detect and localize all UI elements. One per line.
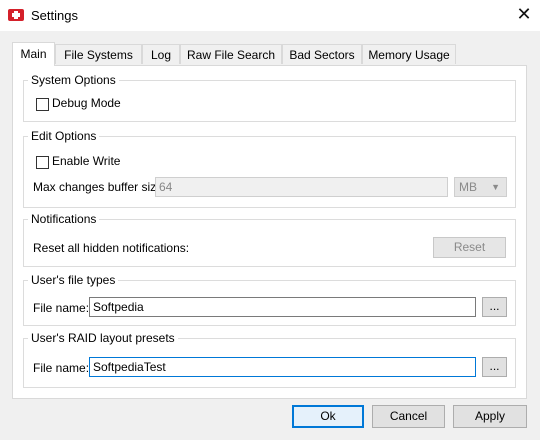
reset-notifications-label: Reset all hidden notifications: (33, 241, 190, 255)
main-tab-panel: System Options Debug Mode Edit Options E… (12, 65, 527, 399)
enable-write-label: Enable Write (52, 154, 121, 168)
app-icon (8, 9, 24, 21)
file-types-group: User's file types File name: Softpedia .… (23, 273, 516, 326)
raid-presets-browse-button[interactable]: ... (482, 357, 507, 377)
enable-write-checkbox[interactable] (36, 156, 49, 169)
raid-presets-filename-input[interactable]: SoftpediaTest (89, 357, 476, 377)
system-options-title: System Options (28, 73, 119, 87)
raid-presets-group: User's RAID layout presets File name: So… (23, 331, 516, 388)
tab-raw-file-search[interactable]: Raw File Search (180, 44, 282, 64)
raid-presets-title: User's RAID layout presets (28, 331, 178, 345)
tab-log[interactable]: Log (142, 44, 180, 64)
notifications-title: Notifications (28, 212, 100, 226)
buffer-unit-value: MB (459, 180, 477, 194)
edit-options-title: Edit Options (28, 129, 100, 143)
reset-button[interactable]: Reset (433, 237, 506, 258)
system-options-group: System Options Debug Mode (23, 73, 516, 122)
buffer-size-label: Max changes buffer size: (33, 180, 167, 194)
ok-button[interactable]: Ok (292, 405, 364, 428)
notifications-group: Notifications Reset all hidden notificat… (23, 212, 516, 267)
buffer-size-input[interactable]: 64 (155, 177, 448, 197)
cancel-button[interactable]: Cancel (372, 405, 445, 428)
tab-bad-sectors[interactable]: Bad Sectors (282, 44, 362, 64)
file-types-title: User's file types (28, 273, 119, 287)
file-types-filename-input[interactable]: Softpedia (89, 297, 476, 317)
window-title: Settings (31, 8, 78, 23)
buffer-unit-select[interactable]: MB ▼ (454, 177, 507, 197)
debug-mode-label: Debug Mode (52, 96, 121, 110)
apply-button[interactable]: Apply (453, 405, 527, 428)
file-types-browse-button[interactable]: ... (482, 297, 507, 317)
debug-mode-checkbox[interactable] (36, 98, 49, 111)
chevron-down-icon: ▼ (491, 182, 500, 192)
dialog-body: Main File Systems Log Raw File Search Ba… (0, 31, 540, 440)
title-bar: Settings ✕ (0, 0, 540, 31)
tab-memory-usage[interactable]: Memory Usage (362, 44, 456, 64)
file-types-filename-label: File name: (33, 301, 90, 315)
tab-main[interactable]: Main (12, 42, 55, 66)
tab-file-systems[interactable]: File Systems (55, 44, 142, 64)
close-icon[interactable]: ✕ (512, 3, 536, 27)
raid-presets-filename-label: File name: (33, 361, 90, 375)
edit-options-group: Edit Options Enable Write Max changes bu… (23, 129, 516, 208)
